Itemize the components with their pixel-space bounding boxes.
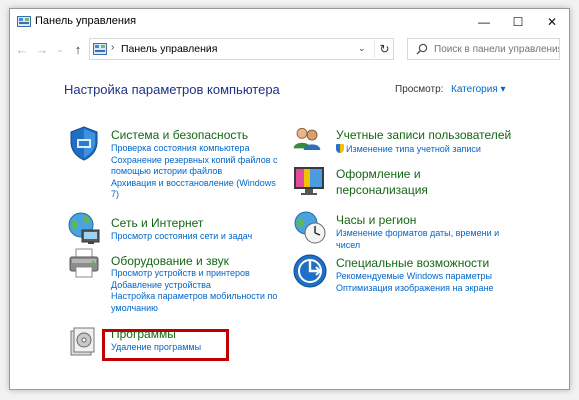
- breadcrumb-control-panel[interactable]: Панель управления: [121, 43, 217, 55]
- category-title-hardware-sound[interactable]: Оборудование и звук: [111, 254, 229, 268]
- link-backup-restore-win7[interactable]: Архивация и восстановление (Windows: [111, 178, 278, 190]
- link-backup-restore-win7-cont[interactable]: 7): [111, 189, 278, 201]
- category-title-appearance[interactable]: Оформление и: [336, 167, 421, 181]
- control-panel-window: Панель управления — ☐ ✕ ← → ⌄ ↑ › Панель…: [9, 8, 570, 390]
- link-check-computer-status[interactable]: Проверка состояния компьютера: [111, 143, 278, 155]
- address-dropdown-icon[interactable]: ⌄: [358, 43, 366, 54]
- link-recommended-settings[interactable]: Рекомендуемые Windows параметры: [336, 271, 494, 283]
- breadcrumb-separator[interactable]: ›: [208, 42, 211, 53]
- category-links-clock-region: Изменение форматов даты, времени и чисел: [336, 228, 499, 251]
- main-content: Настройка параметров компьютера Просмотр…: [10, 65, 569, 389]
- category-title-clock-region[interactable]: Часы и регион: [336, 213, 416, 227]
- minimize-button[interactable]: —: [467, 9, 501, 35]
- category-links-network-internet: Просмотр состояния сети и задач: [111, 231, 252, 243]
- view-by-dropdown[interactable]: Категория ▾: [451, 84, 506, 95]
- link-optimize-display[interactable]: Оптимизация изображения на экране: [336, 283, 494, 295]
- search-input[interactable]: [434, 42, 559, 57]
- address-bar[interactable]: › Панель управления › ⌄ ↻: [89, 38, 394, 60]
- programs-icon[interactable]: [66, 323, 102, 359]
- view-by-label: Просмотр:: [395, 84, 444, 95]
- back-button[interactable]: ←: [14, 41, 30, 57]
- category-links-user-accounts: Изменение типа учетной записи: [336, 144, 481, 156]
- refresh-button[interactable]: ↻: [374, 40, 394, 58]
- breadcrumb-separator[interactable]: ›: [111, 42, 114, 53]
- appearance-icon[interactable]: [292, 163, 328, 199]
- control-panel-icon: [93, 43, 107, 55]
- link-file-history-backup[interactable]: Сохранение резервных копий файлов с: [111, 155, 278, 167]
- link-change-account-type[interactable]: Изменение типа учетной записи: [336, 144, 481, 156]
- category-links-hardware-sound: Просмотр устройств и принтеров Добавлени…: [111, 268, 277, 314]
- clock-globe-icon[interactable]: [292, 210, 328, 246]
- category-title-network-internet[interactable]: Сеть и Интернет: [111, 216, 203, 230]
- up-button[interactable]: ↑: [70, 41, 86, 57]
- title-bar: Панель управления — ☐ ✕: [10, 9, 569, 35]
- maximize-button[interactable]: ☐: [501, 9, 535, 35]
- users-icon[interactable]: [292, 125, 322, 155]
- window-title: Панель управления: [35, 15, 137, 27]
- uac-shield-icon: [336, 144, 344, 153]
- search-box[interactable]: [407, 38, 560, 60]
- category-title-system-security[interactable]: Система и безопасность: [111, 128, 248, 142]
- link-devices-printers[interactable]: Просмотр устройств и принтеров: [111, 268, 277, 280]
- link-file-history-backup-cont[interactable]: помощью истории файлов: [111, 166, 278, 178]
- link-change-date-formats-cont[interactable]: чисел: [336, 240, 499, 252]
- navigation-bar: ← → ⌄ ↑ › Панель управления › ⌄ ↻: [10, 36, 569, 64]
- category-links-ease-of-access: Рекомендуемые Windows параметры Оптимиза…: [336, 271, 494, 294]
- recent-locations-dropdown[interactable]: ⌄: [52, 41, 68, 57]
- category-title-ease-of-access[interactable]: Специальные возможности: [336, 256, 489, 270]
- forward-button[interactable]: →: [34, 41, 50, 57]
- close-button[interactable]: ✕: [535, 9, 569, 35]
- search-icon: [416, 43, 428, 55]
- link-add-device[interactable]: Добавление устройства: [111, 280, 277, 292]
- category-title-appearance-line2[interactable]: персонализация: [336, 183, 428, 197]
- printer-icon[interactable]: [66, 245, 102, 281]
- control-panel-icon: [17, 16, 31, 27]
- link-label: Изменение типа учетной записи: [346, 144, 481, 154]
- link-change-date-formats[interactable]: Изменение форматов даты, времени и: [336, 228, 499, 240]
- link-mobility-settings-cont[interactable]: умолчанию: [111, 303, 277, 315]
- link-mobility-settings[interactable]: Настройка параметров мобильности по: [111, 291, 277, 303]
- accessibility-icon[interactable]: [292, 253, 328, 289]
- page-title: Настройка параметров компьютера: [64, 82, 280, 97]
- category-title-user-accounts[interactable]: Учетные записи пользователей: [336, 128, 511, 142]
- network-icon[interactable]: [66, 210, 102, 246]
- link-network-status[interactable]: Просмотр состояния сети и задач: [111, 231, 252, 243]
- category-links-system-security: Проверка состояния компьютера Сохранение…: [111, 143, 278, 201]
- shield-icon[interactable]: [66, 125, 102, 161]
- uninstall-highlight-frame: [102, 329, 229, 361]
